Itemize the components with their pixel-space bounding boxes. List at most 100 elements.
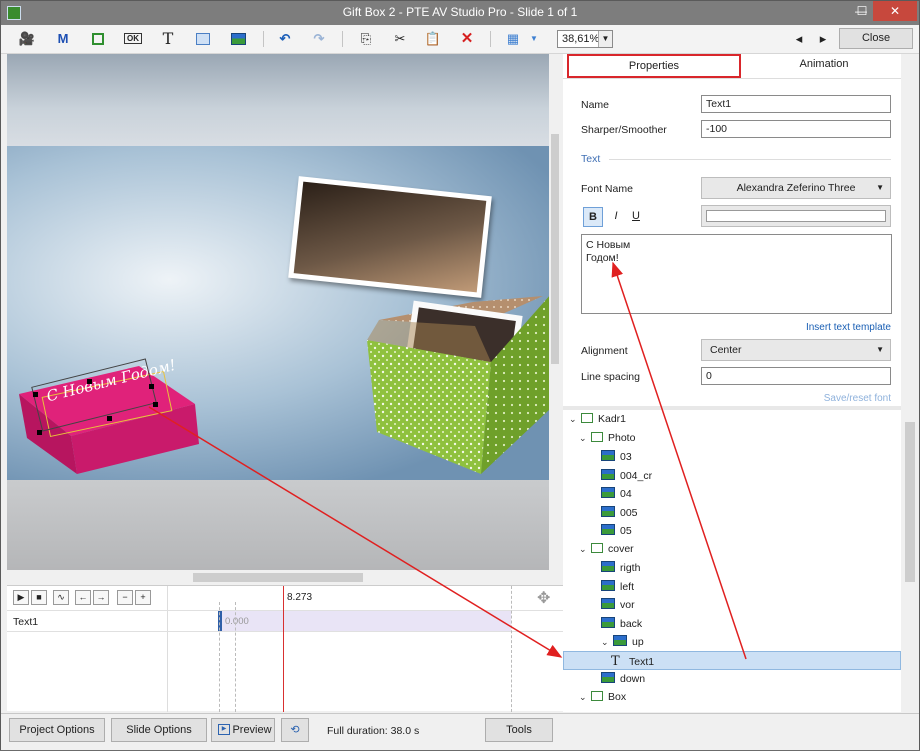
tree-item[interactable]: 05 — [601, 524, 632, 542]
slide-canvas[interactable]: С Новым Годом! — [7, 54, 549, 570]
undo-icon[interactable]: ↶ — [273, 29, 297, 49]
frame-icon — [591, 542, 603, 553]
chevron-down-icon[interactable]: ⌄ — [601, 637, 613, 648]
preview-button[interactable]: ▶ Preview — [211, 718, 275, 742]
gift-cube[interactable] — [365, 290, 549, 474]
photo-frame[interactable] — [288, 176, 492, 298]
bold-button[interactable]: B — [583, 207, 603, 227]
text-color-picker[interactable] — [701, 205, 891, 227]
track-bar[interactable] — [219, 611, 511, 631]
time-marker-label: 8.273 — [287, 592, 313, 603]
tree-item[interactable]: left — [601, 579, 634, 598]
tree-item[interactable]: 03 — [601, 450, 632, 468]
tree-item[interactable]: ⌄ up — [601, 635, 644, 653]
resize-handle[interactable] — [87, 379, 92, 384]
chevron-down-icon[interactable]: ⌄ — [579, 433, 591, 444]
name-label: Name — [581, 99, 610, 111]
arrow-right-icon[interactable]: → — [93, 590, 109, 605]
redo-icon[interactable]: ↷ — [307, 29, 331, 49]
sharper-field[interactable]: -100 — [701, 120, 891, 138]
track-label: Text1 — [13, 616, 39, 628]
grid-dropdown-icon[interactable]: ▼ — [527, 29, 541, 49]
alignment-select[interactable]: Center ▼ — [701, 339, 891, 361]
next-slide-icon[interactable]: ▸ — [813, 29, 833, 49]
image-icon — [601, 505, 615, 517]
button-icon[interactable]: OK — [121, 29, 145, 49]
tree-item[interactable]: ⌄ cover — [579, 542, 634, 561]
cut-icon[interactable]: ✂ — [388, 29, 412, 49]
tree-item[interactable]: down — [601, 672, 645, 690]
tree-item[interactable]: 005 — [601, 505, 638, 524]
image-icon — [601, 579, 615, 591]
zoom-out-icon[interactable]: − — [117, 590, 133, 605]
right-scrollbar[interactable] — [901, 54, 919, 712]
underline-button[interactable]: U — [627, 207, 645, 227]
tab-properties[interactable]: Properties — [567, 54, 741, 78]
move-icon[interactable]: ✥ — [537, 588, 550, 608]
tree-item[interactable]: 04 — [601, 487, 632, 505]
playhead[interactable] — [283, 586, 284, 712]
paste-icon[interactable]: 📋 — [421, 29, 445, 49]
properties-panel: Properties Animation Name Text1 Sharper/… — [563, 54, 919, 406]
tree-item-label: 03 — [620, 451, 632, 463]
tree-item[interactable]: ⌄ Kadr1 — [569, 413, 626, 431]
prev-slide-icon[interactable]: ◂ — [789, 29, 809, 49]
insert-text-template-link[interactable]: Insert text template — [806, 322, 891, 333]
resize-handle[interactable] — [107, 416, 112, 421]
loop-icon[interactable]: ⟲ — [281, 718, 309, 742]
chevron-down-icon[interactable]: ⌄ — [579, 544, 591, 555]
text-icon: T — [611, 653, 620, 669]
frame-icon — [581, 413, 593, 423]
grid-icon[interactable]: ▦ — [501, 29, 525, 49]
image-icon[interactable] — [226, 29, 250, 49]
tab-animation[interactable]: Animation — [751, 54, 897, 78]
chevron-down-icon[interactable]: ⌄ — [569, 414, 581, 425]
arrow-left-icon[interactable]: ← — [75, 590, 91, 605]
save-reset-font-link[interactable]: Save/reset font — [824, 393, 891, 404]
close-button[interactable]: Close — [839, 28, 913, 49]
tree-item-label: back — [620, 617, 643, 630]
tree-item-selected[interactable]: T Text1 — [611, 654, 654, 672]
image-icon — [601, 450, 615, 461]
chevron-down-icon[interactable]: ⌄ — [579, 692, 591, 703]
maximize-button[interactable]: ☐ — [851, 1, 873, 21]
zoom-value: 38,61% — [562, 33, 600, 45]
project-options-button[interactable]: Project Options — [9, 718, 105, 742]
stop-icon[interactable]: ■ — [31, 590, 47, 605]
delete-icon[interactable]: ✕ — [455, 29, 479, 49]
text-content-area[interactable]: С Новым Годом! — [581, 234, 892, 314]
resize-handle[interactable] — [149, 384, 154, 389]
resize-handle[interactable] — [33, 392, 38, 397]
frame-icon[interactable] — [86, 29, 110, 49]
copy-icon[interactable]: ⎘ — [354, 29, 378, 49]
slide-options-button[interactable]: Slide Options — [111, 718, 207, 742]
tree-item[interactable]: ⌄ Photo — [579, 431, 635, 450]
line-spacing-field[interactable]: 0 — [701, 367, 891, 385]
canvas-vertical-scrollbar[interactable] — [549, 54, 561, 570]
tree-item-label: 005 — [620, 506, 638, 519]
close-window-button[interactable]: ✕ — [873, 1, 917, 21]
resize-handle[interactable] — [37, 430, 42, 435]
resize-handle[interactable] — [153, 402, 158, 407]
tree-item[interactable]: back — [601, 616, 643, 635]
tree-item[interactable]: ⌄ Box — [579, 690, 626, 709]
font-name-select[interactable]: Alexandra Zeferino Three ▼ — [701, 177, 891, 199]
canvas-horizontal-scrollbar[interactable] — [7, 570, 549, 585]
rectangle-icon[interactable] — [191, 29, 215, 49]
tree-item-label: cover — [608, 542, 634, 555]
play-icon[interactable]: ▶ — [13, 590, 29, 605]
image-icon — [601, 561, 615, 572]
full-duration-label: Full duration: 38.0 s — [327, 725, 420, 737]
zoom-select[interactable]: 38,61% ▼ — [557, 30, 613, 48]
tree-item[interactable]: vor — [601, 598, 635, 616]
tree-item[interactable]: 004_cr — [601, 468, 652, 487]
text-icon[interactable]: T — [156, 29, 180, 49]
mask-icon[interactable]: M — [51, 29, 75, 49]
zoom-in-icon[interactable]: + — [135, 590, 151, 605]
camera-icon[interactable]: 🎥 — [15, 29, 39, 49]
tools-button[interactable]: Tools — [485, 718, 553, 742]
name-field[interactable]: Text1 — [701, 95, 891, 113]
waveform-icon[interactable]: ∿ — [53, 590, 69, 605]
tree-item[interactable]: rigth — [601, 561, 640, 579]
italic-button[interactable]: I — [607, 207, 625, 227]
